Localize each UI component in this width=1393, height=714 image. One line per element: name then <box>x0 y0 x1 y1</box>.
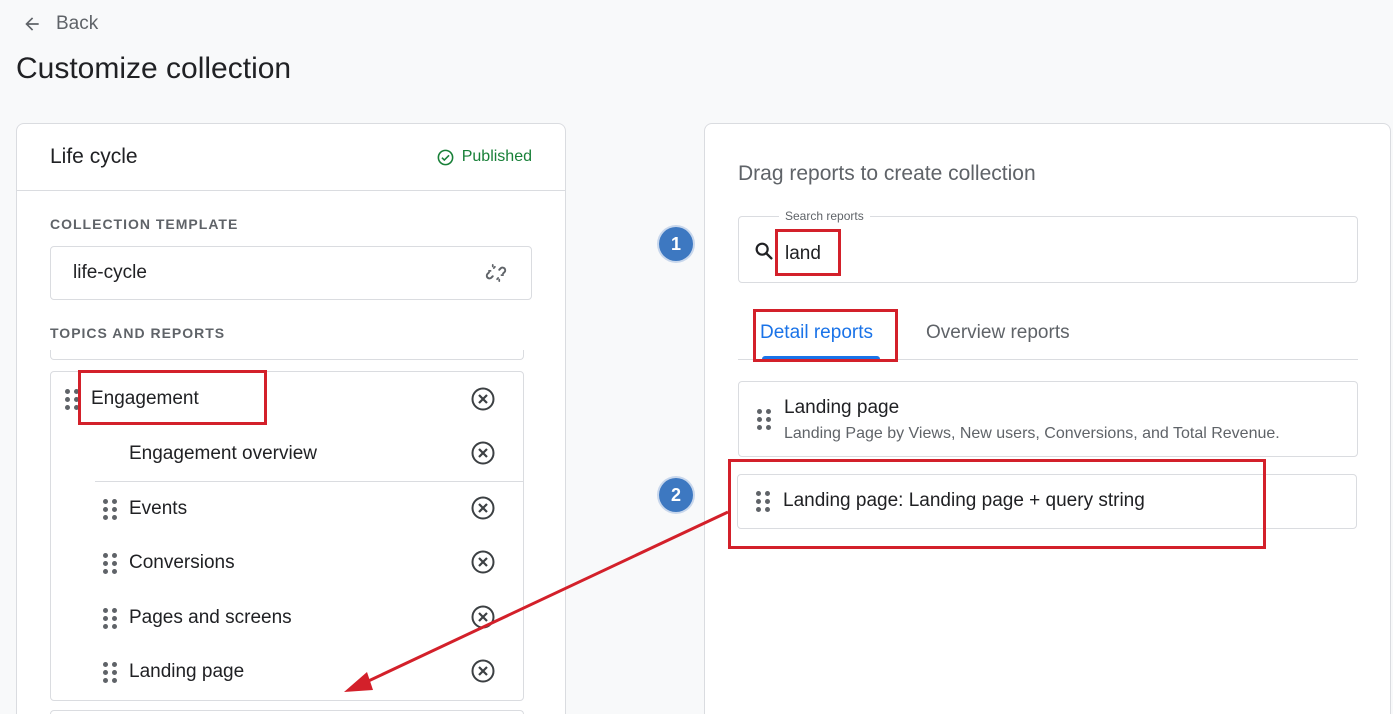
previous-topic-edge <box>50 350 524 360</box>
remove-circle-icon <box>471 659 495 683</box>
topic-name: Engagement <box>91 388 199 409</box>
remove-report-button[interactable] <box>470 495 496 521</box>
tab-overview-reports[interactable]: Overview reports <box>926 322 1070 344</box>
remove-circle-icon <box>471 387 495 411</box>
drag-handle-icon[interactable] <box>103 661 117 683</box>
drag-handle-icon[interactable] <box>103 607 117 629</box>
template-field[interactable]: life-cycle <box>50 246 532 300</box>
step-badge-2: 2 <box>659 478 693 512</box>
report-label: Pages and screens <box>129 607 292 628</box>
report-row-conversions[interactable]: Conversions <box>103 550 235 576</box>
active-tab-indicator <box>762 356 880 360</box>
status-badge: Published <box>436 148 532 167</box>
report-tabs: Detail reports Overview reports <box>738 310 1358 360</box>
page-title: Customize collection <box>16 52 292 85</box>
result-title: Landing page: Landing page + query strin… <box>783 490 1145 511</box>
topics-section-label: TOPICS AND REPORTS <box>50 325 226 341</box>
drag-handle-icon[interactable] <box>103 552 117 574</box>
remove-report-button[interactable] <box>470 658 496 684</box>
collection-header: Life cycle Published <box>17 124 565 191</box>
step-badge-1: 1 <box>659 227 693 261</box>
result-item-landing-page[interactable]: Landing page Landing Page by Views, New … <box>738 381 1358 457</box>
library-title: Drag reports to create collection <box>738 162 1036 185</box>
collection-panel: Life cycle Published COLLECTION TEMPLATE… <box>16 123 566 714</box>
remove-circle-icon <box>471 496 495 520</box>
collection-title: Life cycle <box>50 145 138 168</box>
divider <box>95 481 523 482</box>
template-value: life-cycle <box>73 262 147 283</box>
report-label: Landing page <box>129 661 245 682</box>
report-row-pages-and-screens[interactable]: Pages and screens <box>103 605 292 631</box>
template-section-label: COLLECTION TEMPLATE <box>50 216 239 232</box>
search-icon <box>755 242 773 260</box>
result-item-landing-page-query-string[interactable]: Landing page: Landing page + query strin… <box>737 474 1357 529</box>
search-field[interactable]: Search reports <box>738 209 1358 283</box>
report-row-engagement-overview[interactable]: Engagement overview <box>129 441 317 467</box>
remove-report-button[interactable] <box>470 604 496 630</box>
search-label: Search reports <box>779 209 870 223</box>
remove-report-button[interactable] <box>470 549 496 575</box>
tab-detail-reports[interactable]: Detail reports <box>760 322 873 344</box>
check-circle-icon <box>437 149 454 165</box>
link-off-icon[interactable] <box>483 260 509 286</box>
arrow-back-icon <box>25 17 39 31</box>
drag-handle-icon[interactable] <box>757 408 771 430</box>
status-text: Published <box>461 148 532 165</box>
topic-card[interactable]: Engagement Engagement overview Events Co… <box>50 371 524 701</box>
drag-handle-icon[interactable] <box>103 498 117 520</box>
next-topic-edge <box>50 710 524 714</box>
remove-topic-button[interactable] <box>470 386 496 412</box>
remove-circle-icon <box>471 605 495 629</box>
drag-handle-icon[interactable] <box>65 388 79 410</box>
result-title: Landing page <box>784 397 900 418</box>
remove-report-button[interactable] <box>470 440 496 466</box>
report-row-landing-page[interactable]: Landing page <box>103 659 244 685</box>
drag-handle-icon[interactable] <box>756 490 770 512</box>
report-label: Events <box>129 498 188 519</box>
report-label: Engagement overview <box>129 443 317 464</box>
topic-row-engagement[interactable]: Engagement <box>65 386 199 412</box>
report-library-panel: Drag reports to create collection Search… <box>704 123 1391 714</box>
back-button[interactable]: Back <box>22 12 98 36</box>
back-label: Back <box>56 13 99 34</box>
report-label: Conversions <box>129 552 235 573</box>
remove-circle-icon <box>471 550 495 574</box>
result-description: Landing Page by Views, New users, Conver… <box>784 425 1280 442</box>
report-row-events[interactable]: Events <box>103 496 187 522</box>
search-input[interactable] <box>785 241 1185 267</box>
remove-circle-icon <box>471 441 495 465</box>
